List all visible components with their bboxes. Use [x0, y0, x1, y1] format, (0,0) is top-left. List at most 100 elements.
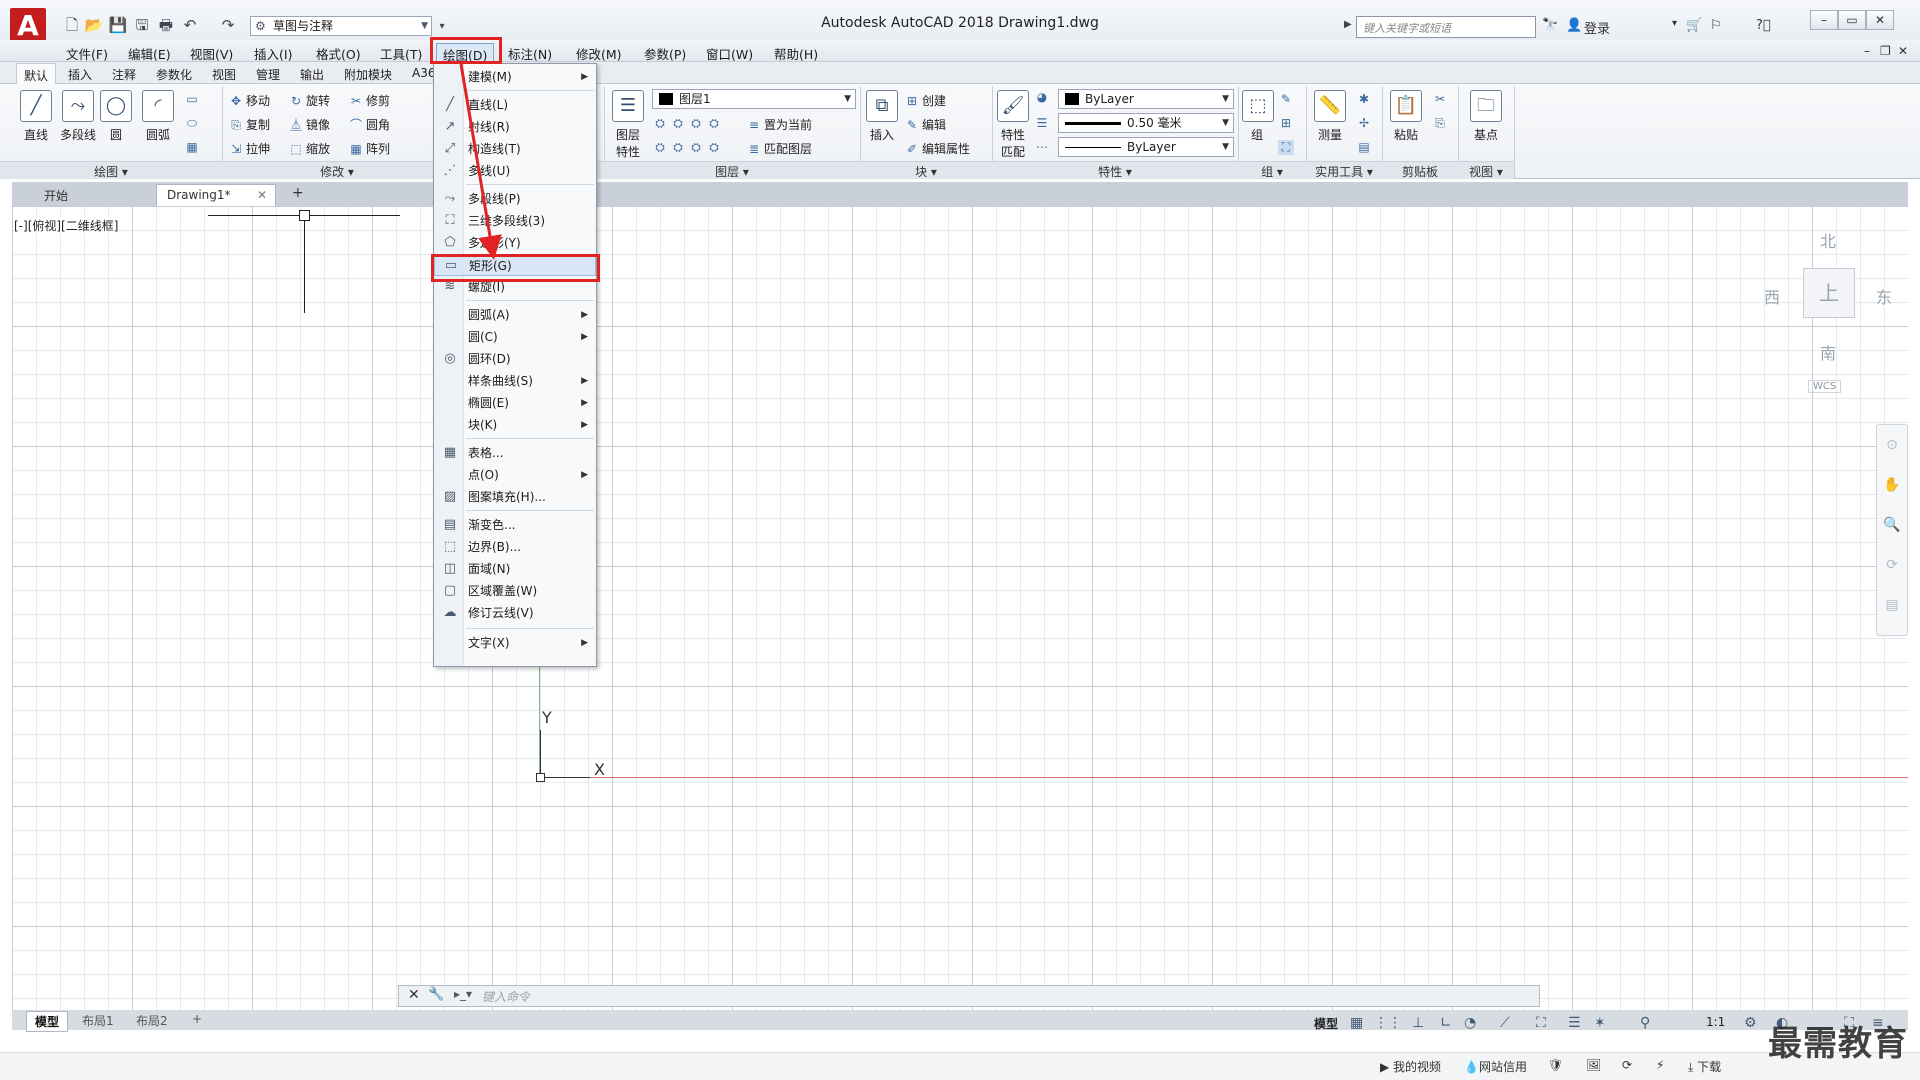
layer-dropdown[interactable]: 图层1 ▼	[652, 89, 856, 109]
utilities-panel-title[interactable]: 实用工具 ▾	[1306, 163, 1382, 180]
menu-item-spline[interactable]: 样条曲线(S) ▶	[434, 370, 596, 392]
copy-clip-icon[interactable]: ⎘	[1432, 116, 1450, 131]
cut-icon[interactable]: ✂	[1432, 92, 1450, 106]
hatch-small-icon[interactable]: ▦	[184, 140, 202, 154]
ribbon-tab-output[interactable]: 输出	[300, 66, 324, 83]
close-tab-icon[interactable]: ✕	[257, 188, 267, 202]
annotation-scale-icon[interactable]: ⚲	[1640, 1015, 1650, 1031]
color-wheel-icon[interactable]: ◕	[1034, 90, 1052, 104]
polar-icon[interactable]: ◔	[1464, 1015, 1476, 1031]
viewcube-east[interactable]: 东	[1876, 284, 1892, 308]
search-expand-icon[interactable]: ▶	[1344, 19, 1352, 30]
close-window-button[interactable]: ✕	[1866, 10, 1894, 30]
refresh-icon[interactable]: ⟳	[1622, 1058, 1632, 1072]
login-link[interactable]: 登录	[1584, 18, 1610, 37]
layer-tools-icons-2[interactable]: ⛭ ⛭ ⛭ ⛭	[652, 140, 724, 155]
move-tool[interactable]: ✥ 移动	[228, 92, 270, 109]
modify-panel-title[interactable]: 修改 ▾	[222, 163, 452, 180]
menu-file[interactable]: 文件(F)	[60, 43, 114, 64]
scale-tool[interactable]: ⬚ 缩放	[288, 140, 330, 157]
color-dropdown[interactable]: ByLayer ▼	[1058, 89, 1234, 109]
doc-close-icon[interactable]: ✕	[1898, 44, 1908, 58]
ribbon-tab-a360[interactable]: A36	[412, 66, 435, 80]
layout-tab-layout2[interactable]: 布局2	[128, 1011, 176, 1030]
save-icon[interactable]: 💾	[108, 16, 128, 34]
circle-tool[interactable]: ◯ 圆	[100, 90, 132, 143]
doc-minimize-icon[interactable]: –	[1864, 44, 1870, 58]
snap-icon[interactable]: ⋮⋮	[1374, 1015, 1402, 1031]
draw-panel-title[interactable]: 绘图 ▾	[0, 163, 222, 180]
wrench-icon[interactable]: 🔧	[428, 987, 444, 1002]
ribbon-tab-manage[interactable]: 管理	[256, 66, 280, 83]
speed-icon[interactable]: ⚡	[1656, 1058, 1664, 1072]
navigation-bar[interactable]: ⊙ ✋ 🔍 ⟳ ▤	[1876, 424, 1908, 636]
menu-item-boundary[interactable]: ⬚ 边界(B)...	[434, 536, 596, 558]
menu-insert[interactable]: 插入(I)	[248, 43, 298, 64]
measure-button[interactable]: 📏 测量	[1310, 90, 1350, 143]
menu-item-table[interactable]: ▦ 表格...	[434, 442, 596, 464]
rectangle-small-icon[interactable]: ▭	[184, 92, 202, 106]
menu-item-circle[interactable]: 圆(C) ▶	[434, 326, 596, 348]
group-button[interactable]: ⬚ 组	[1242, 90, 1274, 143]
set-current-layer[interactable]: ≡ 置为当前	[746, 116, 812, 133]
group-tool-1[interactable]: ✎	[1278, 92, 1296, 106]
copy-tool[interactable]: ⎘ 复制	[228, 116, 270, 133]
menu-item-wipeout[interactable]: ▢ 区域覆盖(W)	[434, 580, 596, 602]
download-link[interactable]: ⤓ 下载	[1688, 1058, 1721, 1075]
menu-item-donut[interactable]: ◎ 圆环(D)	[434, 348, 596, 370]
undo-icon[interactable]: ↶	[180, 16, 200, 34]
maximize-button[interactable]: ▭	[1838, 10, 1866, 30]
net-credit-link[interactable]: 💧网站信用	[1464, 1058, 1527, 1075]
menu-help[interactable]: 帮助(H)	[768, 43, 824, 64]
rotate-tool[interactable]: ↻ 旋转	[288, 92, 330, 109]
menu-item-arc[interactable]: 圆弧(A) ▶	[434, 304, 596, 326]
layer-properties-button[interactable]: ☰ 图层 特性	[608, 90, 648, 160]
fillet-tool[interactable]: ⌒ 圆角	[348, 116, 390, 133]
base-view-button[interactable]: 🗀 基点	[1464, 90, 1508, 143]
command-prompt-icon[interactable]: ▸_▾	[454, 987, 472, 1001]
new-file-icon[interactable]: 🗋	[62, 16, 82, 34]
add-layout-button[interactable]: +	[184, 1011, 210, 1027]
menu-item-revcloud[interactable]: ☁ 修订云线(V)	[434, 602, 596, 624]
stretch-tool[interactable]: ⇲ 拉伸	[228, 140, 270, 157]
close-icon[interactable]: ✕	[408, 987, 420, 1003]
workspace-dropdown[interactable]: ⚙ 草图与注释 ▼	[250, 16, 432, 36]
menu-item-ellipse[interactable]: 椭圆(E) ▶	[434, 392, 596, 414]
drawing-canvas[interactable]	[12, 206, 1908, 1010]
layers-panel-title[interactable]: 图层 ▾	[604, 163, 860, 180]
point-style-icon[interactable]: ✢	[1356, 116, 1374, 130]
plot-icon[interactable]: 🖶	[156, 16, 176, 34]
menu-item-block[interactable]: 块(K) ▶	[434, 414, 596, 436]
group-tool-2[interactable]: ⊞	[1278, 116, 1296, 130]
doc-restore-icon[interactable]: ❐	[1880, 44, 1891, 58]
application-menu-button[interactable]: A	[10, 8, 46, 44]
ortho-icon[interactable]: ∟	[1440, 1015, 1452, 1031]
isodraft-icon[interactable]: ⟋	[1500, 1015, 1510, 1031]
groups-panel-title[interactable]: 组 ▾	[1238, 163, 1306, 180]
login-dropdown-icon[interactable]: ▾	[1672, 18, 1677, 29]
block-panel-title[interactable]: 块 ▾	[860, 163, 992, 180]
redo-icon[interactable]: ↷	[218, 16, 238, 34]
help-icon[interactable]: ?⃝	[1756, 18, 1771, 33]
utility-tool-1[interactable]: ✱	[1356, 92, 1374, 106]
polyline-tool[interactable]: ⤳ 多段线	[56, 90, 100, 143]
menu-item-point[interactable]: 点(O) ▶	[434, 464, 596, 486]
paste-button[interactable]: 📋 粘贴	[1386, 90, 1426, 143]
doc-tab-drawing1[interactable]: Drawing1* ✕	[156, 184, 276, 206]
lineweight-toggle-icon[interactable]: ☰	[1568, 1015, 1581, 1031]
layout-tab-model[interactable]: 模型	[26, 1011, 69, 1032]
create-block[interactable]: ⊞ 创建	[904, 92, 946, 109]
image-icon[interactable]: 🖼	[1586, 1058, 1601, 1072]
shield-icon[interactable]: 🛡	[1548, 1058, 1563, 1072]
menu-edit[interactable]: 编辑(E)	[122, 43, 177, 64]
linetype-dropdown[interactable]: ByLayer ▼	[1058, 137, 1234, 157]
menu-item-gradient[interactable]: ▤ 渐变色...	[434, 514, 596, 536]
properties-panel-title[interactable]: 特性 ▾	[992, 163, 1238, 180]
ellipse-small-icon[interactable]: ⬭	[184, 116, 202, 131]
trim-tool[interactable]: ✂ 修剪	[348, 92, 390, 109]
viewcube-top-face[interactable]: 上	[1803, 268, 1855, 318]
viewcube-south[interactable]: 南	[1820, 340, 1836, 364]
insert-block-button[interactable]: ⧉ 插入	[864, 90, 900, 143]
a360-icon[interactable]: ⚐	[1710, 18, 1722, 33]
mirror-tool[interactable]: ⏅ 镜像	[288, 116, 330, 133]
